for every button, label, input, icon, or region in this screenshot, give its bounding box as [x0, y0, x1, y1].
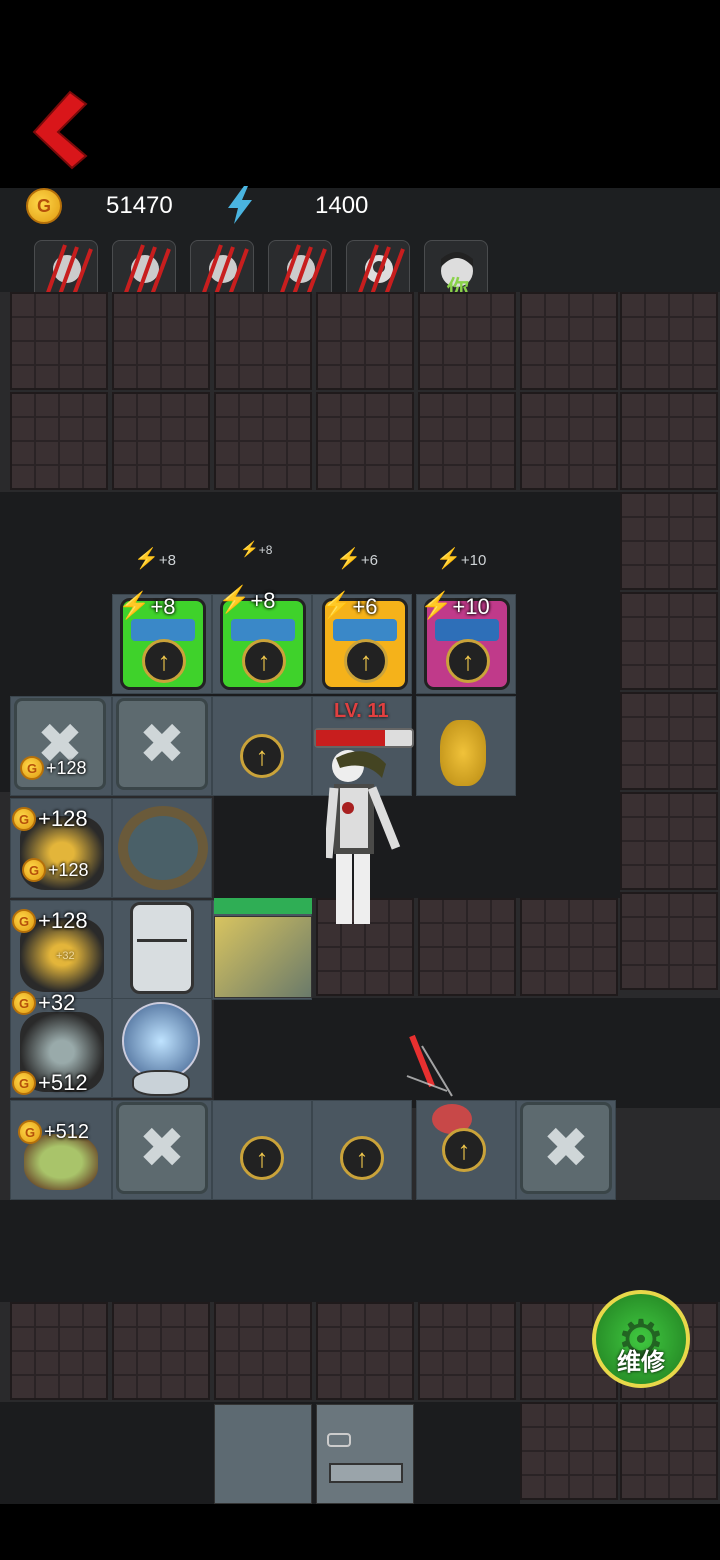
gold-gain-label: G +32 [12, 990, 75, 1016]
wrench-build-slot-4[interactable]: ✖ [520, 1102, 612, 1194]
gold-gain-faint: +32 [56, 950, 75, 962]
top-bar [0, 0, 720, 188]
plasma-globe-item[interactable] [122, 1002, 200, 1080]
plasma-globe-base [132, 1070, 190, 1096]
wrench-build-slot-3[interactable]: ✖ [116, 1102, 208, 1194]
golden-quill-icon[interactable] [440, 720, 486, 786]
exit-door-left[interactable] [214, 1404, 312, 1504]
exit-door-right[interactable] [316, 1404, 414, 1504]
back-arrow-icon [32, 90, 88, 170]
wrench-build-slot-2[interactable]: ✖ [116, 698, 208, 790]
gold-coin-icon: G [20, 756, 44, 780]
upgrade-arrow-icon[interactable]: ↑ [142, 639, 186, 683]
wrench-icon: ✖ [542, 1116, 590, 1179]
gold-coin-icon: G [22, 858, 46, 882]
damaged-door[interactable] [214, 916, 312, 998]
gold-amount: 51470 [106, 192, 173, 219]
energy-gain-2: ⚡+8 [240, 541, 273, 558]
gold-coin-icon: G [12, 991, 36, 1015]
upgrade-arrow-button[interactable]: ↑ [240, 1136, 284, 1180]
gold-gain-label: G +128 [22, 858, 89, 882]
gold-gain-label: G +128 [12, 806, 88, 832]
energy-gain-1: ⚡+8 [134, 548, 177, 570]
gold-coin-icon: G [12, 807, 36, 831]
upgrade-arrow-button[interactable]: ↑ [340, 1136, 384, 1180]
machine-bonus-4: ⚡+10 [420, 590, 490, 620]
door-hp-fill [214, 898, 312, 914]
gold-gain-label: G +512 [18, 1120, 89, 1144]
gold-coin-icon: G [18, 1120, 42, 1144]
energy-bolt-icon [226, 186, 254, 229]
upgrade-arrow-icon[interactable]: ↑ [344, 639, 388, 683]
fridge-item[interactable] [130, 902, 194, 994]
upgrade-arrow-icon[interactable]: ↑ [242, 639, 286, 683]
bottom-bar [0, 1504, 720, 1560]
gold-coin-icon: G [12, 909, 36, 933]
upgrade-arrow-icon[interactable]: ↑ [446, 639, 490, 683]
gold-gain-label: G +128 [12, 908, 88, 934]
enemy-hp-fill [316, 730, 386, 746]
energy-gain-4: ⚡+10 [436, 548, 487, 570]
repair-button[interactable]: ⚙ 维修 [592, 1290, 690, 1388]
wrench-icon: ✖ [138, 1116, 186, 1179]
door-hp-bar [214, 898, 312, 914]
energy-amount: 1400 [315, 192, 369, 219]
repair-label: 维修 [617, 1348, 665, 1376]
enemy-hp-bar [314, 728, 414, 748]
gold-gain-label: G +512 [12, 1070, 88, 1096]
upgrade-arrow-button[interactable]: ↑ [442, 1128, 486, 1172]
gold-gain-wrench: G +128 [20, 756, 87, 780]
wrench-icon: ✖ [138, 712, 186, 775]
gold-coin-icon: G [12, 1071, 36, 1095]
back-button[interactable] [30, 90, 90, 170]
machine-bonus-2: ⚡+8 [218, 584, 276, 614]
enemy-level: LV. 11 [334, 700, 389, 722]
machine-bonus-3: ⚡+6 [320, 590, 378, 620]
laser-sword-projectile [402, 1016, 462, 1111]
machine-bonus-1: ⚡+8 [118, 590, 176, 620]
thorn-wreath-item[interactable] [118, 806, 208, 890]
energy-gain-3: ⚡+6 [336, 548, 379, 570]
gold-coin-icon: G [26, 188, 62, 224]
zombie-enemy[interactable] [323, 748, 406, 937]
upgrade-arrow-button[interactable]: ↑ [240, 734, 284, 778]
